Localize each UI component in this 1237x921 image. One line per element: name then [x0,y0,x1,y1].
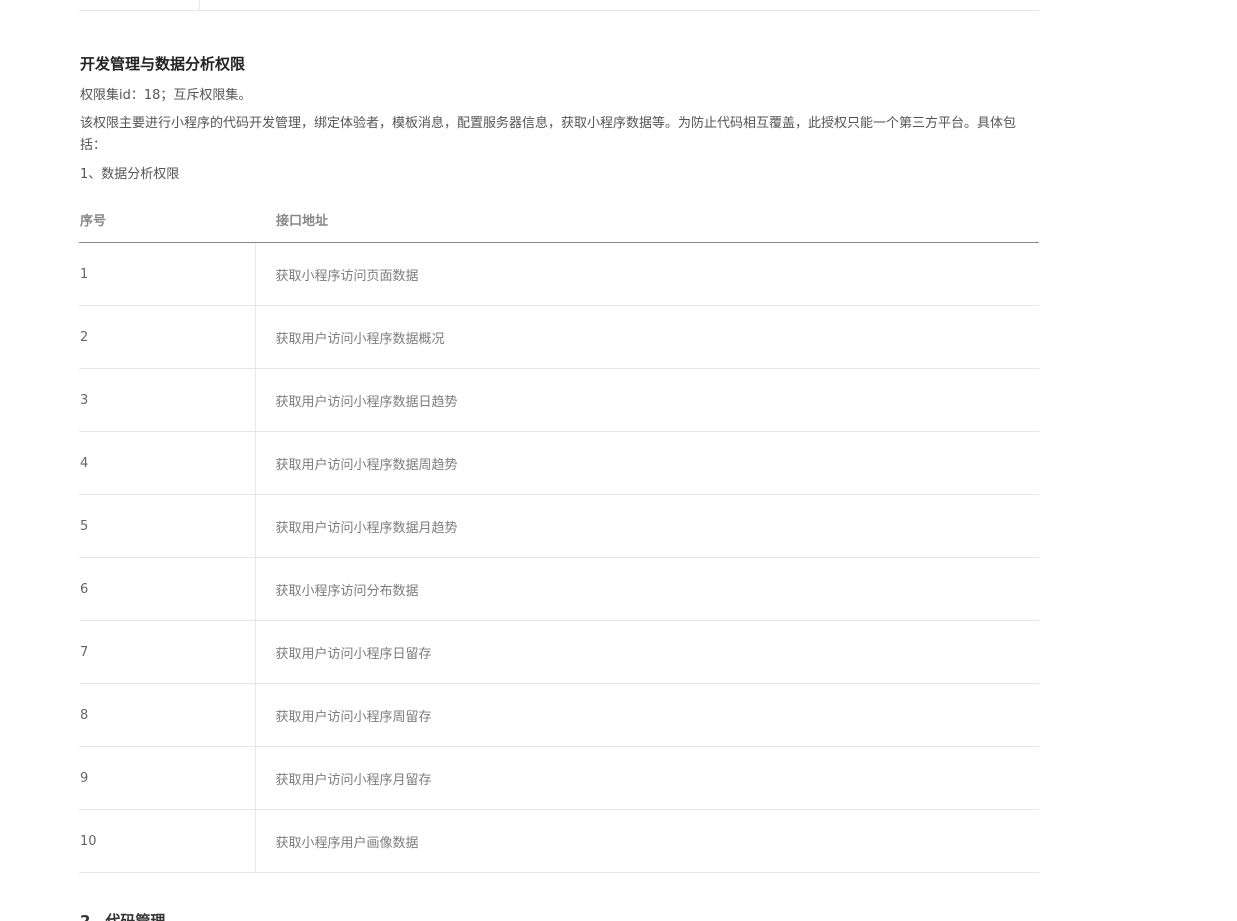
row-index: 5 [79,494,255,558]
table-row: 7 获取用户访问小程序日留存 [79,620,1039,684]
next-section-heading: 2、代码管理 [80,910,200,921]
table-row: 8 获取用户访问小程序周留存 [79,683,1039,747]
table-row: 2 获取用户访问小程序数据概况 [79,305,1039,369]
table-divider [199,0,200,10]
row-index: 6 [79,557,255,621]
header-index: 序号 [79,207,255,243]
permission-section: 开发管理与数据分析权限 权限集id：18；互斥权限集。 该权限主要进行小程序的代… [80,53,1040,186]
table-row: 9 获取用户访问小程序月留存 [79,746,1039,810]
row-api-name: 获取用户访问小程序周留存 [254,683,1039,747]
row-index: 4 [79,431,255,495]
subheading-data-analysis: 1、数据分析权限 [80,167,180,182]
row-index: 10 [79,809,255,873]
row-api-name: 获取小程序用户画像数据 [254,809,1039,873]
table-row: 1 获取小程序访问页面数据 [79,242,1039,306]
table-row: 6 获取小程序访问分布数据 [79,557,1039,621]
row-api-name: 获取用户访问小程序数据周趋势 [254,431,1039,495]
table-row: 5 获取用户访问小程序数据月趋势 [79,494,1039,558]
previous-table-bottom [79,0,1039,11]
row-api-name: 获取用户访问小程序月留存 [254,746,1039,810]
table-row: 10 获取小程序用户画像数据 [79,809,1039,873]
next-section-title: 2、代码管理 [80,912,166,921]
section-title: 开发管理与数据分析权限 [80,55,246,73]
row-api-name: 获取用户访问小程序数据概况 [254,305,1039,369]
table-row: 4 获取用户访问小程序数据周趋势 [79,431,1039,495]
table-row: 3 获取用户访问小程序数据日趋势 [79,368,1039,432]
api-table: 序号 接口地址 1 获取小程序访问页面数据 2 获取用户访问小程序数据概况 3 获取用户访… [79,207,1039,873]
table-header-row: 序号 接口地址 [79,207,1039,243]
row-api-name: 获取用户访问小程序数据日趋势 [254,368,1039,432]
row-index: 3 [79,368,255,432]
row-index: 2 [79,305,255,369]
row-api-name: 获取小程序访问分布数据 [254,557,1039,621]
row-api-name: 获取用户访问小程序日留存 [254,620,1039,684]
permission-description: 该权限主要进行小程序的代码开发管理，绑定体验者，模板消息，配置服务器信息，获取小… [80,116,1017,153]
row-api-name: 获取用户访问小程序数据月趋势 [254,494,1039,558]
row-index: 1 [79,242,255,306]
permission-id-text: 权限集id：18；互斥权限集。 [80,88,252,103]
row-index: 7 [79,620,255,684]
row-index: 9 [79,746,255,810]
header-api: 接口地址 [255,207,1039,243]
row-index: 8 [79,683,255,747]
row-api-name: 获取小程序访问页面数据 [254,242,1039,306]
